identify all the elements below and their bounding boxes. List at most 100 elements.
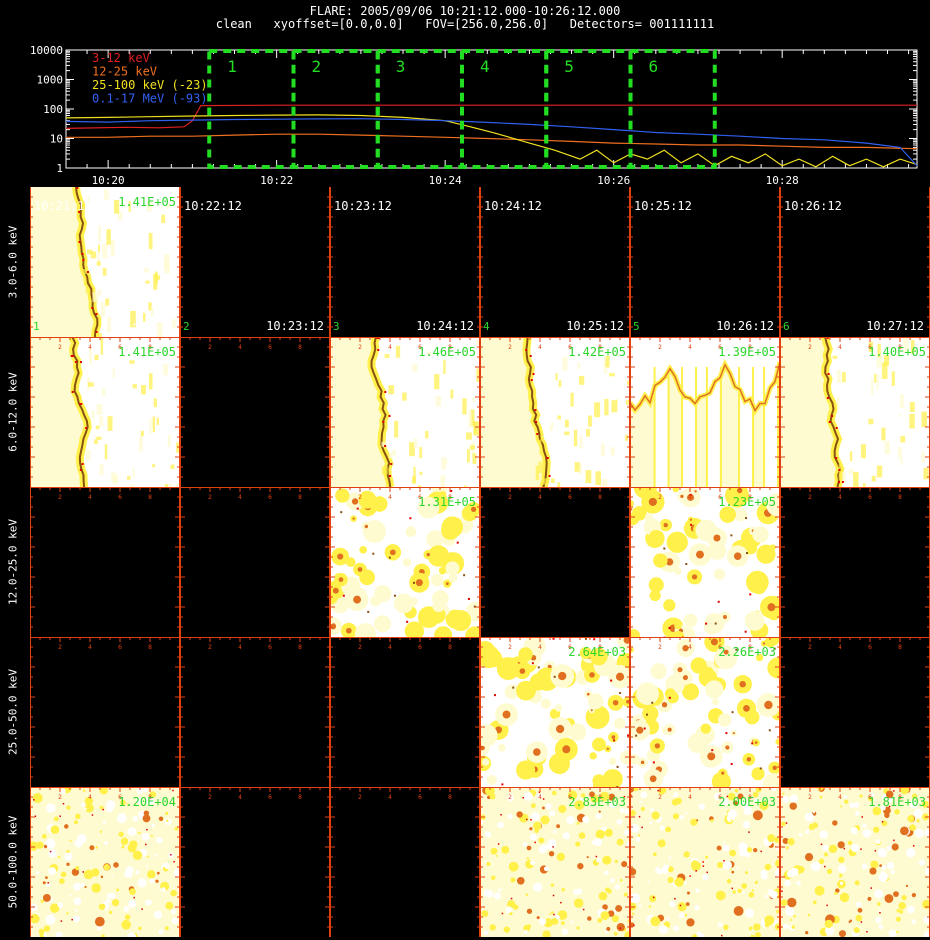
- hot-pixel: [706, 871, 708, 874]
- speckle: [562, 832, 570, 840]
- hot-pixel: [78, 241, 81, 243]
- speckle: [100, 875, 104, 879]
- speckle: [40, 899, 44, 903]
- speckle: [787, 838, 795, 846]
- streak: [923, 467, 929, 480]
- speckle: [66, 805, 71, 810]
- streak: [466, 432, 472, 440]
- hot-pixel: [705, 622, 708, 625]
- speckle: [146, 855, 149, 858]
- legend-entry: 3-12 keV: [92, 51, 150, 65]
- speckle: [161, 887, 166, 892]
- hot-pixel: [759, 767, 762, 770]
- blotch: [335, 488, 350, 503]
- hot-pixel: [85, 427, 88, 429]
- speckle: [158, 929, 164, 935]
- speckle: [730, 819, 733, 822]
- axis-tick-label: 2: [508, 794, 512, 801]
- blotch-core: [667, 727, 672, 732]
- streak: [585, 470, 592, 484]
- speckle: [886, 845, 892, 851]
- axis-tick-label: 2: [58, 494, 62, 501]
- speckle: [53, 816, 59, 822]
- blotch: [712, 698, 720, 706]
- speckle: [722, 860, 732, 870]
- streak: [163, 364, 168, 376]
- hot-pixel: [62, 802, 65, 805]
- speckle: [41, 834, 47, 839]
- image-map: 2468: [330, 337, 480, 487]
- hot-pixel: [685, 563, 688, 566]
- speckle: [862, 828, 872, 838]
- speckle: [678, 912, 685, 919]
- speckle: [166, 819, 169, 822]
- hot-pixel: [582, 908, 585, 911]
- speckle: [789, 802, 797, 810]
- peak-value: 1.40E+05: [868, 345, 926, 359]
- streak: [549, 425, 553, 432]
- speckle: [570, 920, 574, 924]
- hot-pixel: [82, 871, 84, 873]
- speckle: [684, 913, 688, 917]
- image-cell: 2 4 6 8: [330, 637, 480, 787]
- speckle: [483, 930, 489, 936]
- streak: [468, 411, 472, 429]
- speckle: [716, 845, 722, 851]
- hot-pixel: [714, 622, 717, 625]
- axis-tick-label: 2: [508, 344, 512, 351]
- image-cell: 2 4 6 8 1.40E+05: [780, 337, 930, 487]
- hot-pixel: [74, 361, 77, 363]
- speckle: [847, 840, 853, 846]
- speckle: [733, 906, 744, 916]
- streak: [849, 451, 853, 462]
- streak: [153, 398, 157, 408]
- hot-pixel: [525, 818, 528, 821]
- y-tick-label: 1: [56, 162, 63, 175]
- axis-tick-label: 8: [448, 644, 452, 651]
- speckle: [102, 820, 107, 824]
- speckle: [551, 911, 554, 914]
- energy-band-label: 12.0-25.0 keV: [6, 518, 20, 606]
- image-cell: 10:25:12 10:26:12 5: [630, 187, 780, 337]
- speckle: [536, 916, 540, 920]
- speckle: [84, 807, 87, 810]
- background: [780, 787, 930, 937]
- finger-edge: [695, 367, 698, 487]
- hot-pixel: [71, 918, 73, 921]
- speckle: [556, 824, 560, 829]
- streak: [99, 416, 104, 427]
- speckle: [637, 834, 641, 837]
- axis-tick-label: 6: [418, 644, 422, 651]
- speckle: [138, 926, 142, 931]
- axis-tick-label: 4: [88, 644, 92, 651]
- axis-tick-label: 6: [118, 494, 122, 501]
- speckle: [151, 823, 155, 828]
- interval-number: 1: [33, 320, 40, 333]
- row-label: 50.0-100.0 keV: [0, 787, 26, 937]
- speckle: [600, 911, 610, 920]
- streak: [472, 453, 477, 464]
- speckle: [170, 889, 177, 897]
- speckle: [586, 856, 589, 859]
- speckle: [530, 811, 540, 821]
- hot-pixel: [674, 897, 676, 900]
- axis-tick-label: 6: [868, 494, 872, 501]
- streak: [900, 457, 903, 465]
- speckle: [907, 815, 915, 823]
- blotch-core: [725, 745, 730, 750]
- streak: [558, 380, 562, 388]
- speckle: [38, 928, 45, 935]
- hot-pixel: [893, 839, 895, 842]
- speckle: [513, 904, 519, 910]
- image-cell: 2 4 6 8 2.83E+03: [480, 787, 630, 937]
- streak: [100, 302, 106, 317]
- axis-tick-label: 4: [688, 794, 692, 801]
- speckle: [717, 861, 724, 869]
- speckle: [603, 870, 609, 876]
- finger-edge: [667, 367, 670, 487]
- speckle: [694, 905, 700, 911]
- empty-image: [180, 337, 330, 487]
- blotch: [371, 496, 388, 512]
- streak: [96, 436, 102, 440]
- axis-tick-label: 2: [358, 644, 362, 651]
